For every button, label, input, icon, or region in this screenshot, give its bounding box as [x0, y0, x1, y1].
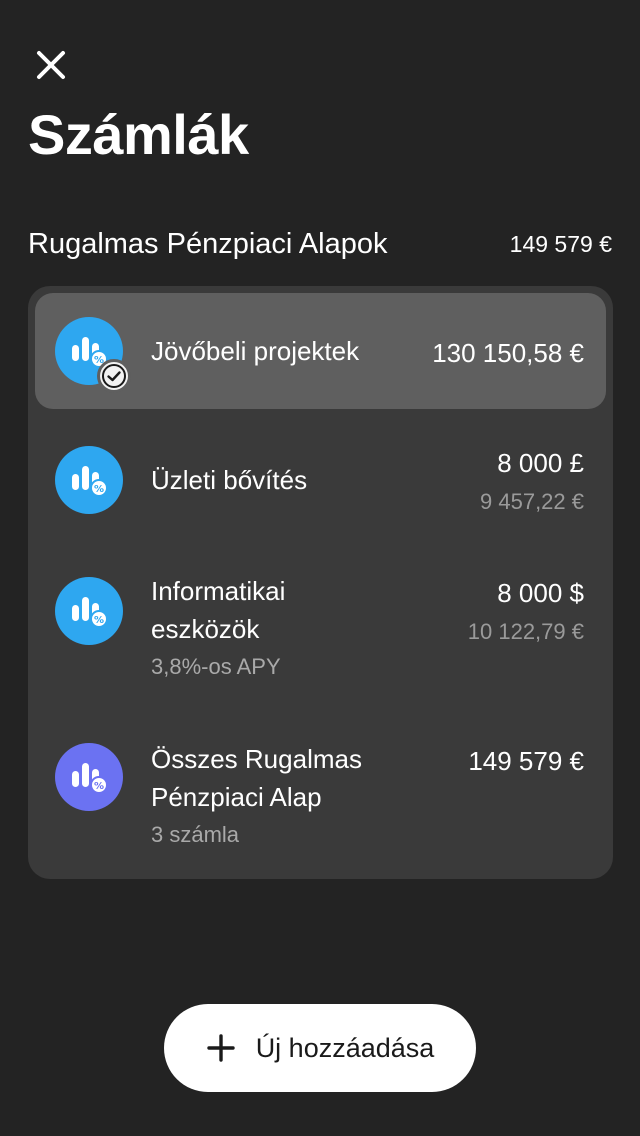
account-subtitle: 3 számla [151, 822, 240, 847]
svg-text:%: % [94, 781, 104, 792]
account-row-uzleti-bovites[interactable]: % Üzleti bővítés 8 000 £ 9 457,22 € [35, 418, 606, 538]
account-title-line1: Informatikai [151, 576, 286, 606]
account-subtitle: 3,8%-os APY [151, 654, 281, 679]
account-converted-amount: 9 457,22 € [480, 489, 584, 514]
account-amount: 8 000 $ [497, 578, 584, 608]
section-header: Rugalmas Pénzpiaci Alapok 149 579 € [28, 224, 612, 264]
page-title: Számlák [28, 103, 249, 166]
account-row-jovobeli-projektek[interactable]: % Jövőbeli projektek 130 150,58 € [35, 293, 606, 409]
accounts-card: % Jövőbeli projektek 130 150,58 € % Üzle… [28, 286, 613, 879]
section-total: 149 579 € [509, 230, 612, 257]
account-title-line2: eszközök [151, 614, 260, 644]
account-amount: 130 150,58 € [432, 338, 584, 368]
account-row-informatikai-eszkozok[interactable]: % Informatikai eszközök 3,8%-os APY 8 00… [35, 548, 606, 690]
account-title-line2: Pénzpiaci Alap [151, 782, 322, 812]
account-amount: 8 000 £ [497, 448, 584, 478]
accounts-screen: Számlák Rugalmas Pénzpiaci Alapok 149 57… [0, 0, 640, 1136]
add-new-label: Új hozzáadása [255, 1032, 435, 1063]
account-converted-amount: 10 122,79 € [467, 619, 584, 644]
money-market-fund-icon: % [55, 446, 123, 514]
add-new-button[interactable]: Új hozzáadása [164, 1004, 476, 1092]
money-market-fund-icon: % [55, 577, 123, 645]
section-title: Rugalmas Pénzpiaci Alapok [28, 227, 388, 260]
money-market-fund-icon: % [55, 317, 131, 393]
plus-icon [206, 1033, 236, 1063]
account-amount: 149 579 € [468, 746, 584, 776]
account-row-osszes[interactable]: % Összes Rugalmas Pénzpiaci Alap 3 száml… [35, 716, 606, 856]
selected-check-icon [97, 359, 131, 393]
svg-text:%: % [94, 615, 104, 626]
account-title: Üzleti bővítés [151, 465, 308, 495]
svg-text:%: % [94, 484, 104, 495]
close-icon [37, 51, 65, 79]
account-title: Jövőbeli projektek [151, 336, 360, 366]
money-market-fund-icon: % [55, 743, 123, 811]
close-button[interactable] [30, 44, 72, 86]
account-title-line1: Összes Rugalmas [151, 744, 362, 774]
